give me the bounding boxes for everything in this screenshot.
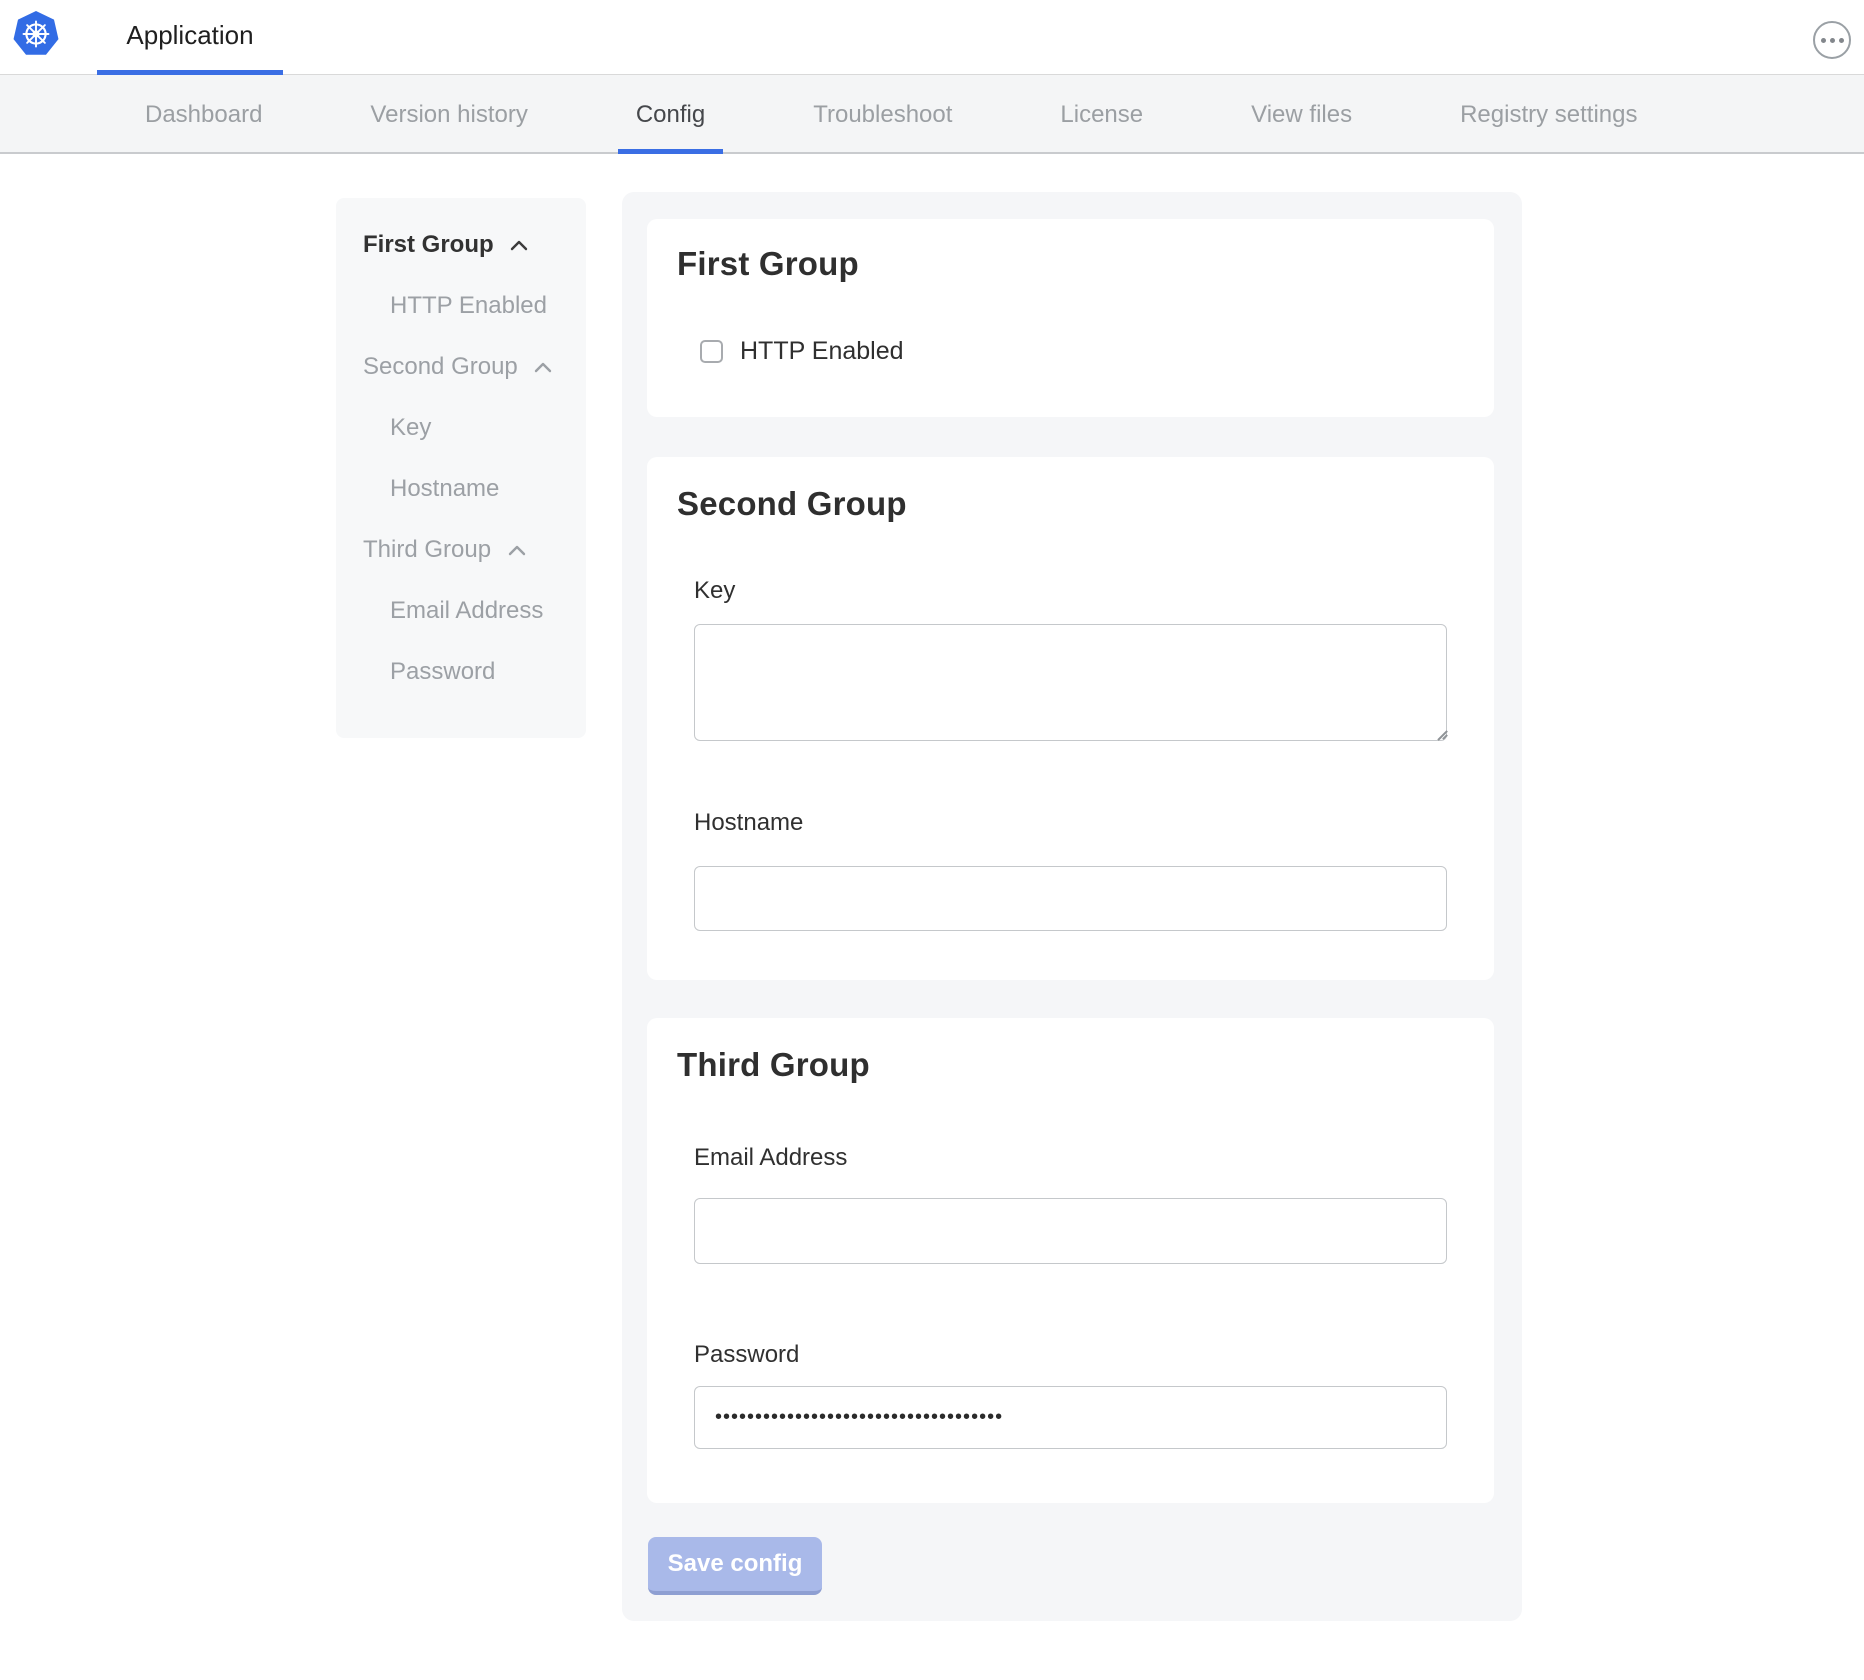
hostname-input[interactable]: [694, 866, 1447, 931]
tab-dashboard[interactable]: Dashboard: [127, 75, 280, 154]
sidebar-item-label: Second Group: [363, 353, 518, 380]
sidebar-item-label: HTTP Enabled: [390, 292, 547, 319]
secondary-nav: Dashboard Version history Config Trouble…: [0, 75, 1864, 154]
app-tab-application[interactable]: Application: [97, 0, 283, 75]
ellipsis-icon: [1839, 38, 1844, 43]
nav-tab-list: Dashboard Version history Config Trouble…: [0, 75, 1864, 152]
config-group-card-first: First Group HTTP Enabled: [647, 219, 1494, 417]
group-title: Third Group: [677, 1046, 870, 1084]
save-config-button[interactable]: Save config: [648, 1537, 822, 1595]
sidebar-item-key[interactable]: Key: [336, 397, 586, 458]
tab-view-files[interactable]: View files: [1233, 75, 1370, 154]
group-title: Second Group: [677, 485, 907, 523]
tab-registry-settings[interactable]: Registry settings: [1442, 75, 1655, 154]
sidebar-item-label: Third Group: [363, 536, 491, 563]
tab-version-history[interactable]: Version history: [352, 75, 545, 154]
sidebar-item-label: Email Address: [390, 597, 543, 624]
ellipsis-icon: [1821, 38, 1826, 43]
hostname-label: Hostname: [694, 809, 803, 837]
http-enabled-row: HTTP Enabled: [700, 337, 904, 366]
config-group-card-third: Third Group Email Address Password: [647, 1018, 1494, 1503]
sidebar-item-first-group[interactable]: First Group: [336, 214, 586, 275]
sidebar-item-label: Hostname: [390, 475, 499, 502]
app-tab-label: Application: [126, 20, 253, 51]
top-bar: Application: [0, 0, 1864, 75]
chevron-up-icon: [534, 362, 552, 373]
key-label: Key: [694, 577, 735, 605]
email-address-input[interactable]: [694, 1198, 1447, 1264]
chevron-up-icon: [510, 240, 528, 251]
ellipsis-menu-button[interactable]: [1813, 21, 1851, 59]
tab-config[interactable]: Config: [618, 75, 723, 154]
ellipsis-icon: [1830, 38, 1835, 43]
sidebar-item-label: Key: [390, 414, 431, 441]
email-address-label: Email Address: [694, 1144, 847, 1172]
password-label: Password: [694, 1341, 799, 1369]
password-input[interactable]: [694, 1386, 1447, 1449]
sidebar-item-email-address[interactable]: Email Address: [336, 580, 586, 641]
http-enabled-label[interactable]: HTTP Enabled: [740, 337, 904, 366]
config-sidebar: First Group HTTP Enabled Second Group Ke…: [336, 198, 586, 738]
kubernetes-logo-icon: [12, 10, 60, 58]
sidebar-item-label: Password: [390, 658, 495, 685]
config-group-card-second: Second Group Key Hostname: [647, 457, 1494, 980]
key-textarea[interactable]: [694, 624, 1447, 741]
sidebar-item-hostname[interactable]: Hostname: [336, 458, 586, 519]
group-title: First Group: [677, 245, 859, 283]
chevron-up-icon: [508, 545, 526, 556]
sidebar-item-password[interactable]: Password: [336, 641, 586, 702]
sidebar-item-third-group[interactable]: Third Group: [336, 519, 586, 580]
tab-license[interactable]: License: [1042, 75, 1161, 154]
sidebar-item-second-group[interactable]: Second Group: [336, 336, 586, 397]
http-enabled-checkbox[interactable]: [700, 340, 723, 363]
sidebar-item-label: First Group: [363, 231, 494, 258]
config-panel: First Group HTTP Enabled Second Group Ke…: [622, 192, 1522, 1621]
sidebar-item-http-enabled[interactable]: HTTP Enabled: [336, 275, 586, 336]
tab-troubleshoot[interactable]: Troubleshoot: [795, 75, 970, 154]
